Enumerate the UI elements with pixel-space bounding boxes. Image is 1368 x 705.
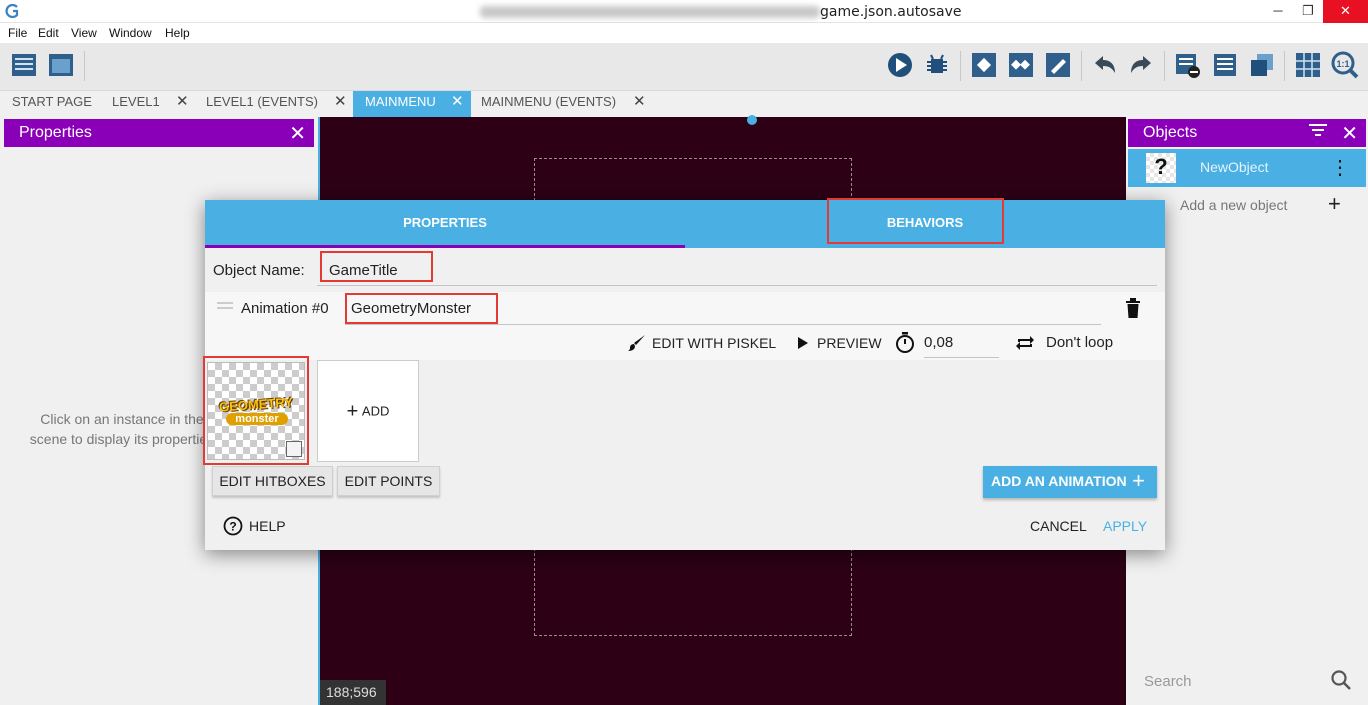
drag-handle-icon[interactable] bbox=[217, 302, 233, 304]
close-tab-icon[interactable]: ✕ bbox=[176, 91, 189, 113]
plus-icon: + bbox=[1132, 468, 1145, 493]
menu-help[interactable]: Help bbox=[165, 26, 190, 40]
search-icon[interactable] bbox=[1330, 669, 1352, 691]
animation-label: Animation #0 bbox=[241, 300, 329, 317]
frame-time-input[interactable]: 0,08 bbox=[924, 334, 953, 351]
preview-button[interactable]: PREVIEW bbox=[817, 335, 882, 351]
menu-bar: File Edit View Window Help bbox=[0, 23, 1368, 43]
menu-file[interactable]: File bbox=[8, 26, 27, 40]
object-thumbnail: ? bbox=[1146, 153, 1176, 183]
delete-icon[interactable] bbox=[1125, 298, 1141, 323]
minimize-button[interactable]: ─ bbox=[1263, 0, 1293, 23]
brush-icon bbox=[627, 333, 647, 358]
app-logo-icon bbox=[4, 3, 20, 19]
more-vert-icon[interactable]: ⋮ bbox=[1330, 155, 1350, 180]
menu-edit[interactable]: Edit bbox=[38, 26, 59, 40]
apply-button[interactable]: APPLY bbox=[1103, 518, 1147, 534]
help-button[interactable]: HELP bbox=[249, 518, 286, 534]
layers-icon[interactable] bbox=[1248, 51, 1276, 79]
search-input[interactable]: Search bbox=[1144, 673, 1192, 690]
start-page-icon[interactable] bbox=[47, 51, 75, 79]
tab-level1-events[interactable]: LEVEL1 (EVENTS) ✕ bbox=[194, 91, 354, 117]
help-icon[interactable]: ? bbox=[223, 516, 243, 541]
frame-select-checkbox[interactable] bbox=[286, 441, 302, 457]
add-object-label[interactable]: Add a new object bbox=[1180, 197, 1287, 213]
highlight-box bbox=[320, 251, 433, 282]
svg-text:1:1: 1:1 bbox=[1336, 59, 1349, 69]
highlight-box bbox=[345, 293, 498, 324]
play-icon bbox=[797, 336, 809, 355]
close-tab-icon[interactable]: ✕ bbox=[633, 91, 646, 113]
close-window-button[interactable]: ✕ bbox=[1323, 0, 1368, 23]
edit-points-button[interactable]: EDIT POINTS bbox=[337, 466, 440, 496]
tab-start-page[interactable]: START PAGE bbox=[0, 91, 102, 117]
close-tab-icon[interactable]: ✕ bbox=[334, 91, 347, 113]
edit-hitboxes-button[interactable]: EDIT HITBOXES bbox=[212, 466, 333, 496]
svg-text:?: ? bbox=[229, 520, 236, 534]
close-icon[interactable]: ✕ bbox=[289, 121, 306, 146]
blurred-path bbox=[480, 6, 820, 18]
loop-icon bbox=[1015, 334, 1035, 357]
undo-icon[interactable] bbox=[1091, 51, 1119, 79]
menu-window[interactable]: Window bbox=[109, 26, 152, 40]
toolbar: 1:1 bbox=[0, 43, 1368, 91]
sprite-frame[interactable]: GEOMETRY monster bbox=[207, 362, 305, 460]
close-tab-icon[interactable]: ✕ bbox=[451, 91, 464, 113]
plus-icon: + bbox=[346, 400, 359, 423]
add-frame-button[interactable]: + ADD bbox=[317, 360, 419, 462]
tab-properties[interactable]: PROPERTIES bbox=[205, 200, 685, 248]
objects-header: Objects ✕ bbox=[1128, 119, 1366, 147]
edit-with-piskel-button[interactable]: EDIT WITH PISKEL bbox=[652, 335, 776, 351]
tab-mainmenu-events[interactable]: MAINMENU (EVENTS) ✕ bbox=[469, 91, 649, 117]
title-bar: game.json.autosave ─ ❐ ✕ bbox=[0, 0, 1368, 23]
cursor-coordinates: 188;596 bbox=[320, 680, 386, 705]
menu-view[interactable]: View bbox=[71, 26, 97, 40]
debug-bug-icon[interactable] bbox=[923, 51, 951, 79]
instances-list-icon[interactable] bbox=[1173, 51, 1201, 79]
window-title: game.json.autosave bbox=[820, 4, 962, 20]
frames-area: GEOMETRY monster + ADD EDIT HITBOXES EDI… bbox=[203, 356, 1165, 550]
sprite-title-text: GEOMETRY bbox=[218, 394, 294, 415]
redo-icon[interactable] bbox=[1127, 51, 1155, 79]
edit-object-icon[interactable] bbox=[970, 51, 998, 79]
object-editor-dialog: PROPERTIES BEHAVIORS Object Name: GameTi… bbox=[203, 198, 1165, 550]
tab-level1[interactable]: LEVEL1 ✕ bbox=[100, 91, 198, 117]
add-icon[interactable]: + bbox=[1328, 191, 1341, 217]
editor-tabs: START PAGE LEVEL1 ✕ LEVEL1 (EVENTS) ✕ MAIN… bbox=[0, 91, 1368, 117]
properties-hint: Click on an instance in the scene to dis… bbox=[29, 411, 215, 447]
object-list-item[interactable]: ? NewObject ⋮ bbox=[1128, 149, 1366, 187]
object-name-row: Object Name: GameTitle bbox=[205, 248, 1165, 292]
close-icon[interactable]: ✕ bbox=[1341, 121, 1358, 146]
edit-properties-icon[interactable] bbox=[1044, 51, 1072, 79]
object-groups-icon[interactable] bbox=[1007, 51, 1035, 79]
maximize-button[interactable]: ❐ bbox=[1293, 0, 1323, 23]
timer-icon bbox=[895, 332, 915, 359]
tab-mainmenu[interactable]: MAINMENU ✕ bbox=[353, 91, 471, 117]
filter-icon[interactable] bbox=[1308, 122, 1328, 143]
objects-title: Objects bbox=[1143, 124, 1198, 141]
grid-icon[interactable] bbox=[1294, 51, 1322, 79]
cancel-button[interactable]: CANCEL bbox=[1030, 518, 1087, 534]
project-manager-icon[interactable] bbox=[10, 51, 38, 79]
properties-header: Properties ✕ bbox=[4, 119, 314, 147]
zoom-reset-icon[interactable]: 1:1 bbox=[1331, 51, 1359, 79]
sprite-subtitle-text: monster bbox=[226, 413, 288, 425]
preview-play-icon[interactable] bbox=[886, 51, 914, 79]
properties-title: Properties bbox=[19, 124, 92, 141]
layers-list-icon[interactable] bbox=[1211, 51, 1239, 79]
highlight-box bbox=[827, 198, 1004, 244]
object-name-label: Object Name: bbox=[213, 262, 305, 279]
dialog-tabs: PROPERTIES BEHAVIORS bbox=[205, 200, 1165, 248]
add-animation-button[interactable]: ADD AN ANIMATION + bbox=[983, 466, 1157, 498]
loop-toggle[interactable]: Don't loop bbox=[1046, 334, 1113, 351]
animation-row: Animation #0 GeometryMonster EDIT WITH P… bbox=[205, 292, 1165, 360]
object-name: NewObject bbox=[1200, 159, 1269, 175]
canvas-resize-handle[interactable] bbox=[747, 115, 757, 125]
